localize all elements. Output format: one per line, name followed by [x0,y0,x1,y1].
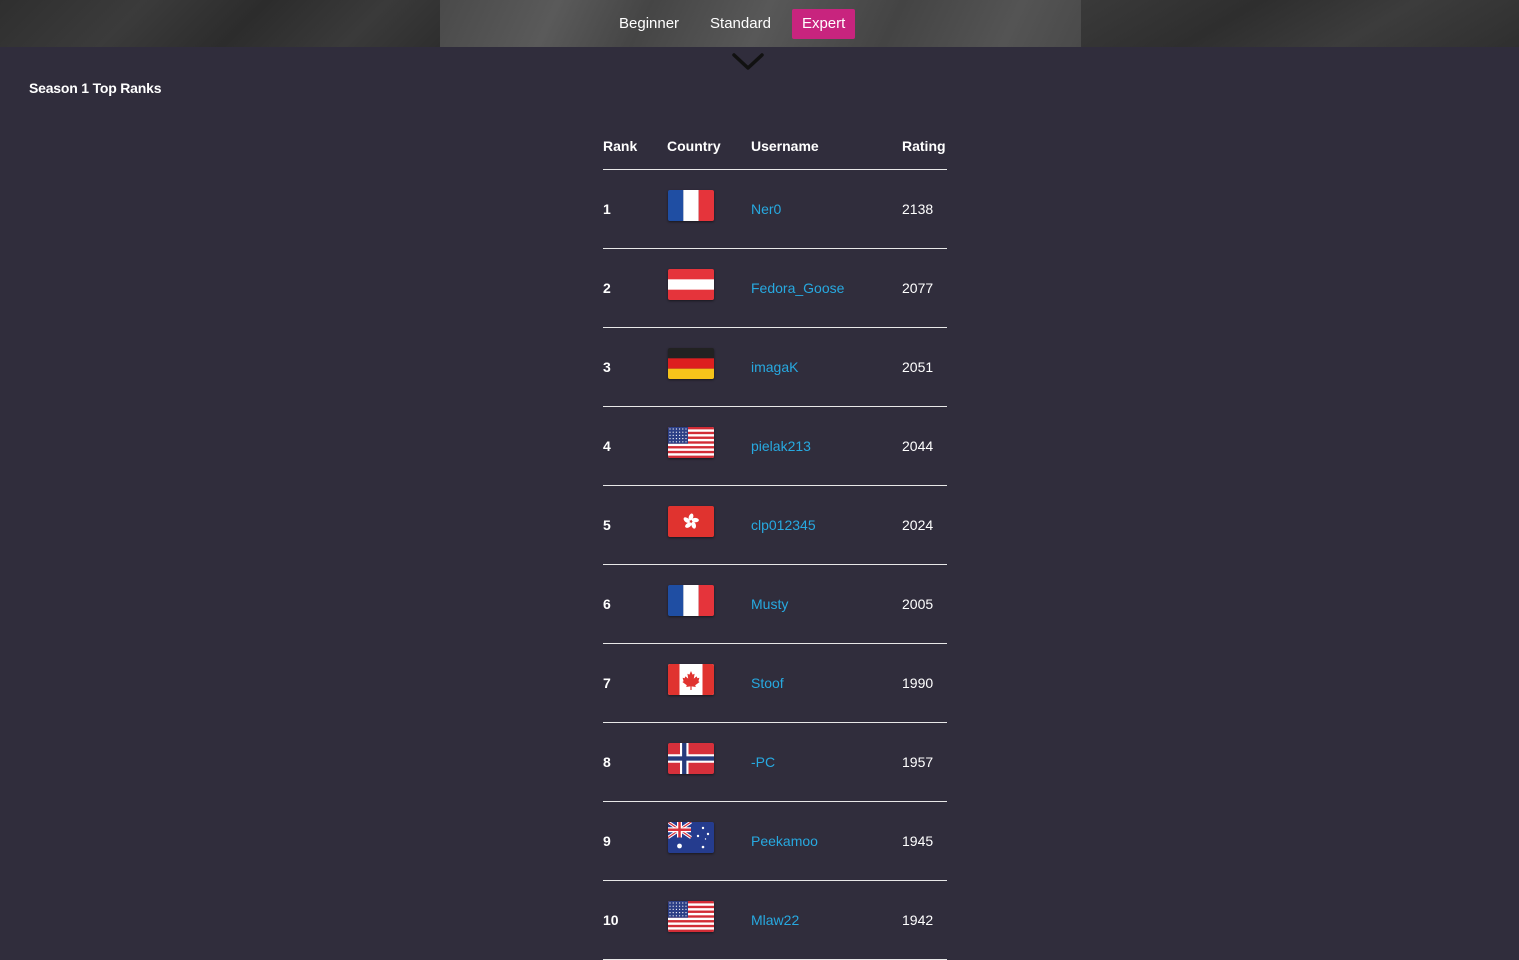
table-row: 6 Musty 2005 [603,565,947,644]
austria-flag-icon [668,269,714,300]
rating-cell: 1942 [902,912,934,928]
top-banner: Beginner Standard Expert [0,0,1519,47]
username-link[interactable]: Musty [751,596,788,612]
rating-cell: 2138 [902,201,934,217]
tab-beginner[interactable]: Beginner [609,9,689,39]
rating-cell: 2044 [902,438,934,454]
norway-flag-icon [668,743,714,774]
header-rank: Rank [603,138,638,154]
username-link[interactable]: -PC [751,754,775,770]
rank-cell: 6 [603,596,611,612]
usa-flag-icon [668,427,714,458]
rank-cell: 2 [603,280,611,296]
header-country: Country [667,138,721,154]
rating-cell: 2005 [902,596,934,612]
header-username: Username [751,138,819,154]
table-row: 7 Stoof 1990 [603,644,947,723]
rating-cell: 2077 [902,280,934,296]
australia-flag-icon [668,822,714,853]
canada-flag-icon [668,664,714,695]
table-row: 9 Peekamoo 1945 [603,802,947,881]
rating-cell: 1945 [902,833,934,849]
tab-standard[interactable]: Standard [700,9,781,39]
season-title: Season 1 Top Ranks [29,80,162,96]
table-row: 3 imagaK 2051 [603,328,947,407]
rank-cell: 10 [603,912,619,928]
hong-kong-flag-icon [668,506,714,537]
username-link[interactable]: Ner0 [751,201,781,217]
rank-cell: 8 [603,754,611,770]
username-link[interactable]: imagaK [751,359,798,375]
tab-expert[interactable]: Expert [791,9,856,39]
table-row: 5 clp012345 2024 [603,486,947,565]
username-link[interactable]: pielak213 [751,438,811,454]
username-link[interactable]: Fedora_Goose [751,280,844,296]
banner-right [1081,0,1519,47]
banner-left [0,0,440,47]
table-header: Rank Country Username Rating [603,136,947,170]
usa-flag-icon [668,901,714,932]
table-body: 1 Ner0 2138 2 Fedora_Goose 2077 3 imagaK 2051 4 pi… [603,170,947,960]
difficulty-tabs: Beginner Standard Expert [609,9,866,39]
table-row: 8 -PC 1957 [603,723,947,802]
table-row: 10 Mlaw22 1942 [603,881,947,960]
rank-cell: 7 [603,675,611,691]
chevron-down-icon[interactable] [731,50,765,72]
rating-cell: 1957 [902,754,934,770]
rating-cell: 2051 [902,359,934,375]
username-link[interactable]: clp012345 [751,517,816,533]
france-flag-icon [668,190,714,221]
rank-cell: 1 [603,201,611,217]
username-link[interactable]: Peekamoo [751,833,818,849]
table-row: 4 pielak213 2044 [603,407,947,486]
header-rating: Rating [902,138,946,154]
table-row: 1 Ner0 2138 [603,170,947,249]
rank-cell: 5 [603,517,611,533]
table-row: 2 Fedora_Goose 2077 [603,249,947,328]
rating-cell: 1990 [902,675,934,691]
rank-cell: 4 [603,438,611,454]
leaderboard-table: Rank Country Username Rating 1 Ner0 2138 2 F… [603,136,947,960]
username-link[interactable]: Mlaw22 [751,912,799,928]
rating-cell: 2024 [902,517,934,533]
germany-flag-icon [668,348,714,379]
rank-cell: 3 [603,359,611,375]
france-flag-icon [668,585,714,616]
username-link[interactable]: Stoof [751,675,784,691]
rank-cell: 9 [603,833,611,849]
